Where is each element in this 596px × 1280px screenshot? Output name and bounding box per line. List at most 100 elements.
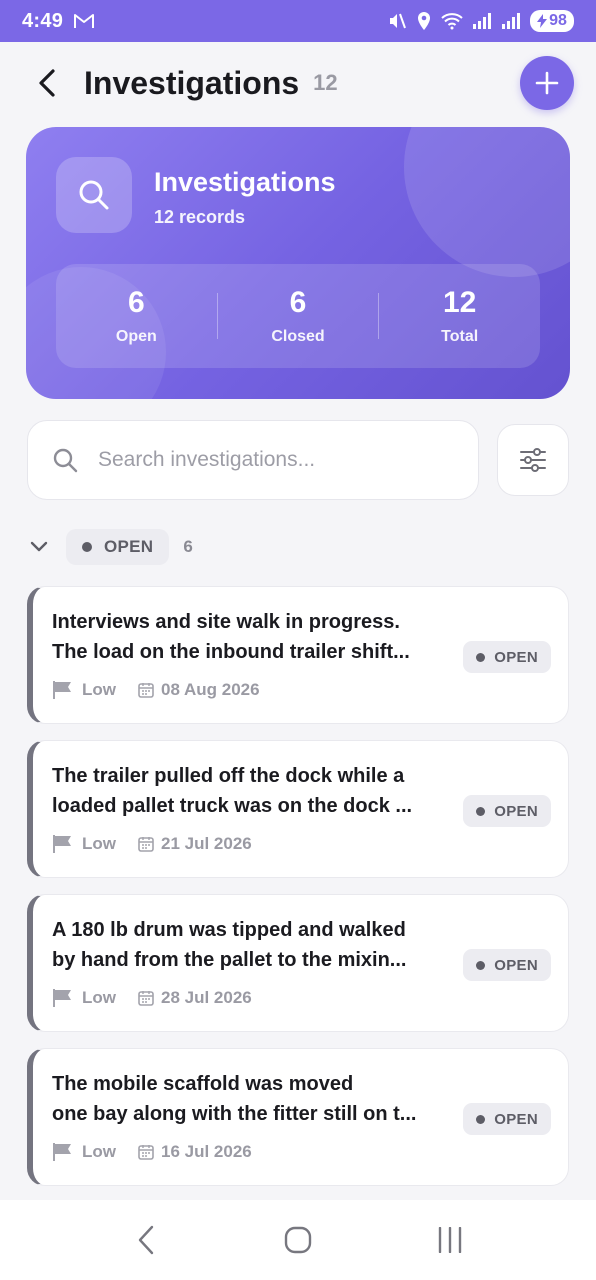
battery-level: 98 [549,12,567,29]
status-badge: OPEN [463,795,551,827]
search-input[interactable] [98,448,428,472]
item-priority: Low [82,680,116,699]
status-badge: OPEN [463,1103,551,1135]
item-date: 16 Jul 2026 [161,1142,252,1161]
nav-home-button[interactable] [268,1210,328,1270]
item-title-line: loaded pallet truck was on the dock ... [52,795,413,817]
decorative-circle [404,127,570,277]
stat-value: 6 [127,286,145,319]
nav-back-button[interactable] [116,1210,176,1270]
location-icon [416,11,432,31]
investigation-item[interactable]: The trailer pulled off the dock while a … [27,740,569,878]
investigation-item[interactable]: A 180 lb drum was tipped and walked by h… [27,894,569,1032]
chevron-down-icon [30,541,48,552]
section-header-open: OPEN 6 [28,528,193,566]
item-priority: Low [82,1142,116,1161]
wifi-icon [441,12,463,30]
investigation-item[interactable]: The mobile scaffold was moved one bay al… [27,1048,569,1186]
title-count: 12 [313,70,338,95]
section-status-pill: OPEN [66,529,170,565]
mute-icon [387,11,407,31]
stat-open: 6 Open [56,286,217,346]
flag-icon [53,681,71,699]
status-indicators: 98 [387,10,574,32]
summary-title: Investigations [154,167,336,197]
item-title-line: The trailer pulled off the dock while a [52,765,405,787]
calendar-icon [138,682,154,698]
item-priority: Low [82,834,116,853]
calendar-icon [138,836,154,852]
sliders-icon [520,448,546,472]
investigation-item[interactable]: Interviews and site walk in progress. Th… [27,586,569,724]
item-meta: Low 28 Jul 2026 [52,988,252,1008]
status-label: OPEN [494,802,538,820]
gmail-icon [73,12,95,30]
status-bar: 4:49 98 [0,0,596,42]
stat-total: 12 Total [379,286,540,346]
collapse-section-button[interactable] [28,541,50,553]
item-date: 21 Jul 2026 [161,834,252,853]
recents-icon [438,1227,462,1253]
item-title-line: by hand from the pallet to the mixin... [52,949,407,971]
item-title-line: one bay along with the fitter still on t… [52,1103,417,1125]
charging-icon [537,14,548,28]
summary-card: Investigations 12 records 6 Open 6 Close… [26,127,570,399]
status-dot [476,960,486,970]
status-dot [476,652,486,662]
status-label: OPEN [494,956,538,974]
flag-icon [53,835,71,853]
stat-label: Open [115,328,157,345]
flag-icon [53,1143,71,1161]
nav-recents-button[interactable] [420,1210,480,1270]
search-box [27,420,479,500]
investigations-list: Interviews and site walk in progress. Th… [27,586,569,1202]
back-button[interactable] [32,63,62,103]
home-icon [284,1226,312,1254]
item-title: The trailer pulled off the dock while a … [52,761,442,821]
add-investigation-button[interactable] [520,56,574,110]
search-icon [56,157,132,233]
search-icon [53,448,78,473]
item-meta: Low 21 Jul 2026 [52,834,252,854]
plus-icon [535,71,559,95]
section-label: OPEN [104,537,154,556]
battery-indicator: 98 [530,10,574,32]
signal-icon [472,12,492,30]
calendar-icon [138,990,154,1006]
item-date: 08 Aug 2026 [161,680,260,699]
item-title-line: A 180 lb drum was tipped and walked [52,919,406,941]
chevron-left-icon [39,69,55,97]
stat-label: Closed [271,328,325,345]
stat-closed: 6 Closed [218,286,379,346]
signal-icon-2 [501,12,521,30]
status-badge: OPEN [463,949,551,981]
item-title: A 180 lb drum was tipped and walked by h… [52,915,442,975]
system-nav-bar [0,1200,596,1280]
status-dot [82,542,92,552]
flag-icon [53,989,71,1007]
status-dot [476,1114,486,1124]
section-count: 6 [183,537,193,556]
item-title: The mobile scaffold was moved one bay al… [52,1069,442,1129]
item-title-line: Interviews and site walk in progress. [52,611,400,633]
item-date: 28 Jul 2026 [161,988,252,1007]
item-title: Interviews and site walk in progress. Th… [52,607,442,667]
stats-box: 6 Open 6 Closed 12 Total [56,264,540,368]
stat-label: Total [441,328,479,345]
back-icon [138,1225,154,1255]
status-dot [476,806,486,816]
status-badge: OPEN [463,641,551,673]
item-meta: Low 08 Aug 2026 [52,680,260,700]
page-title: Investigations [84,64,300,101]
stat-value: 12 [442,286,477,319]
summary-subtitle: 12 records [154,207,246,227]
item-title-line: The load on the inbound trailer shift... [52,641,410,663]
stat-value: 6 [289,286,307,319]
calendar-icon [138,1144,154,1160]
app-header: Investigations 12 [0,42,596,124]
item-title-line: The mobile scaffold was moved [52,1073,354,1095]
status-label: OPEN [494,648,538,666]
item-priority: Low [82,988,116,1007]
filter-button[interactable] [497,424,569,496]
status-time: 4:49 [22,9,64,32]
